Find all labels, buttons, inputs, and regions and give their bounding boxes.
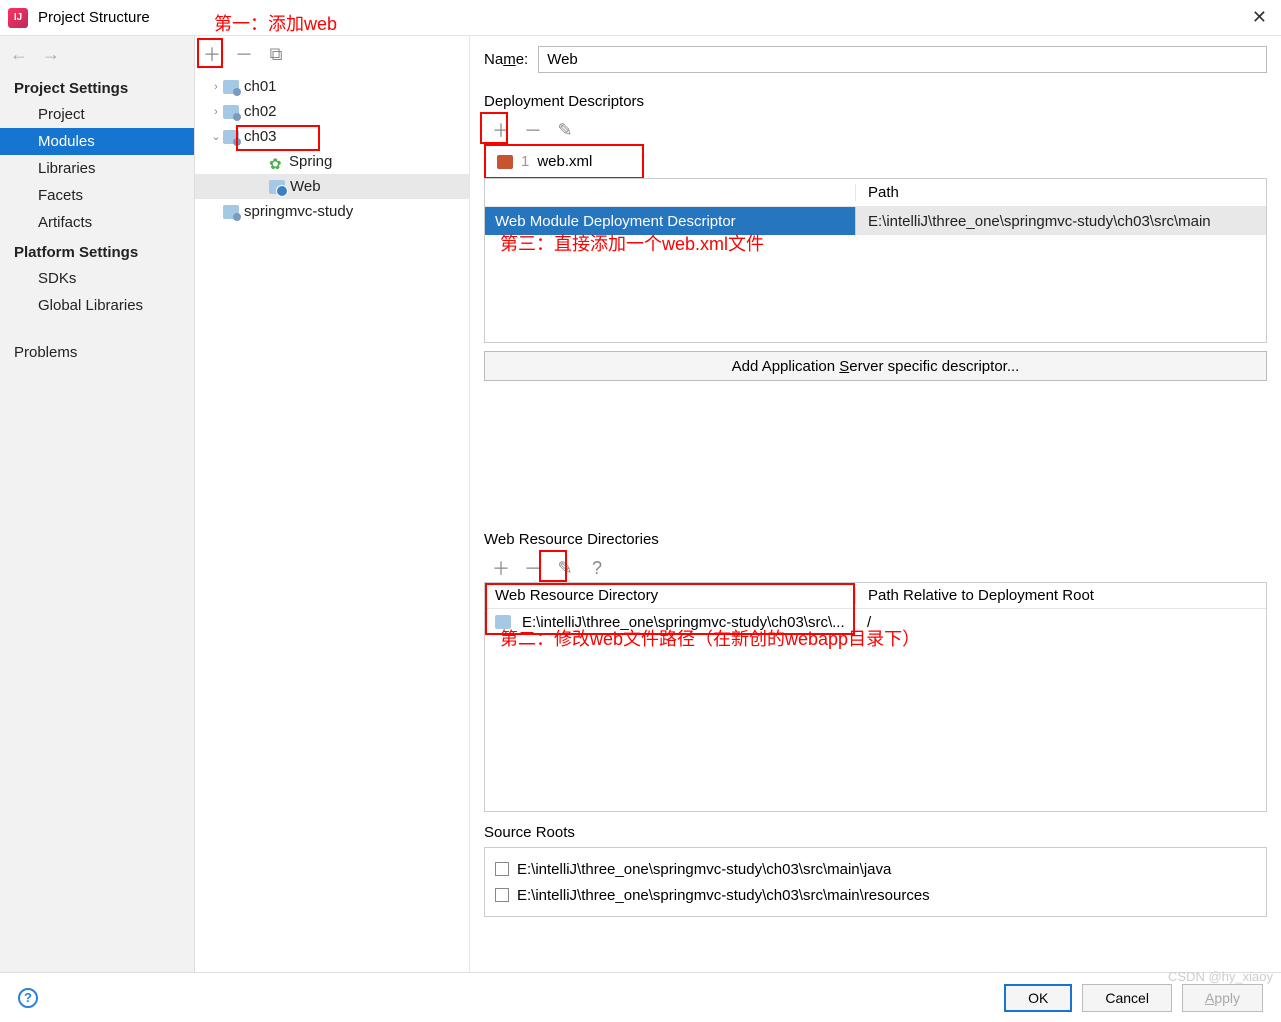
src-box: E:\intelliJ\three_one\springmvc-study\ch… (484, 847, 1267, 917)
wrd-row-rel: / (855, 614, 1266, 631)
window-title: Project Structure (38, 9, 150, 26)
ok-button[interactable]: OK (1004, 984, 1072, 1012)
tree-node[interactable]: Web (195, 174, 469, 199)
footer: ? OK Cancel Apply (0, 972, 1281, 1022)
dd-col-path: Path (855, 184, 1266, 201)
wrd-row-dir: E:\intelliJ\three_one\springmvc-study\ch… (522, 614, 845, 631)
copy-module-button[interactable]: ⧉ (265, 43, 287, 65)
tree-label: ch01 (244, 78, 277, 95)
dd-remove-button[interactable]: － (522, 119, 544, 141)
help-icon[interactable]: ? (18, 988, 38, 1008)
back-icon[interactable]: ← (10, 44, 28, 65)
sidebar-item-artifacts[interactable]: Artifacts (0, 209, 194, 236)
tree-label: ch02 (244, 103, 277, 120)
folder-icon (495, 615, 511, 629)
sidebar-item-problems[interactable]: Problems (0, 339, 194, 366)
checkbox-icon[interactable] (495, 888, 509, 902)
sidebar-head-project: Project Settings (0, 72, 194, 101)
src-title: Source Roots (484, 824, 1267, 841)
sidebar-item-libraries[interactable]: Libraries (0, 155, 194, 182)
content-panel: Name: Deployment Descriptors ＋ － ✎ 1 web… (470, 36, 1281, 972)
tree-label: Web (290, 178, 321, 195)
tree-label: Spring (289, 153, 332, 170)
name-label: Name: (484, 51, 528, 68)
folder-icon (223, 105, 239, 119)
dd-add-button[interactable]: ＋ (490, 119, 512, 141)
tree-node[interactable]: springmvc-study (195, 199, 469, 224)
wrd-remove-button[interactable]: － (522, 557, 544, 579)
apply-button[interactable]: Apply (1182, 984, 1263, 1012)
web-facet-icon (269, 180, 285, 194)
src-row[interactable]: E:\intelliJ\three_one\springmvc-study\ch… (495, 856, 1256, 882)
remove-module-button[interactable]: － (233, 43, 255, 65)
sidebar: ← → Project Settings Project Modules Lib… (0, 36, 195, 972)
dd-tab-webxml[interactable]: 1 web.xml (484, 144, 644, 178)
sidebar-head-platform: Platform Settings (0, 236, 194, 265)
wrd-col1: Web Resource Directory (485, 587, 855, 604)
wrd-col2: Path Relative to Deployment Root (855, 587, 1266, 604)
close-icon[interactable]: ✕ (1252, 7, 1267, 28)
add-module-button[interactable]: ＋ (201, 43, 223, 65)
tree-node[interactable]: ›ch02 (195, 99, 469, 124)
tree-node[interactable]: ›ch01 (195, 74, 469, 99)
tree-node[interactable]: ⌄ch03 (195, 124, 469, 149)
dd-edit-button[interactable]: ✎ (554, 119, 576, 141)
dd-row[interactable]: Web Module Deployment Descriptor E:\inte… (485, 207, 1266, 235)
sidebar-item-global-libraries[interactable]: Global Libraries (0, 292, 194, 319)
src-row[interactable]: E:\intelliJ\three_one\springmvc-study\ch… (495, 882, 1256, 908)
folder-icon (223, 130, 239, 144)
sidebar-item-facets[interactable]: Facets (0, 182, 194, 209)
dd-tab-label: web.xml (537, 153, 592, 170)
checkbox-icon[interactable] (495, 862, 509, 876)
wrd-edit-button[interactable]: ✎ (554, 557, 576, 579)
spring-icon: ✿ (269, 155, 283, 169)
wrd-add-button[interactable]: ＋ (490, 557, 512, 579)
wrd-help-button[interactable]: ? (586, 557, 608, 579)
sidebar-item-sdks[interactable]: SDKs (0, 265, 194, 292)
module-tree-panel: ＋ － ⧉ ›ch01›ch02⌄ch03 ✿ Spring Web springmvc… (195, 36, 470, 972)
dd-row-path: E:\intelliJ\three_one\springmvc-study\ch… (855, 207, 1266, 235)
title-bar: IJ Project Structure ✕ (0, 0, 1281, 36)
tree-node[interactable]: ✿ Spring (195, 149, 469, 174)
forward-icon[interactable]: → (42, 44, 60, 65)
sidebar-item-project[interactable]: Project (0, 101, 194, 128)
folder-icon (223, 80, 239, 94)
xml-file-icon (497, 155, 513, 169)
dd-row-type: Web Module Deployment Descriptor (485, 213, 855, 230)
wrd-row[interactable]: E:\intelliJ\three_one\springmvc-study\ch… (485, 609, 1266, 635)
dd-table: Type Path Web Module Deployment Descript… (484, 178, 1267, 343)
wrd-title: Web Resource Directories (484, 531, 1267, 548)
name-input[interactable] (538, 46, 1267, 73)
cancel-button[interactable]: Cancel (1082, 984, 1172, 1012)
folder-icon (223, 205, 239, 219)
tree-label: ch03 (244, 128, 277, 145)
intellij-logo-icon: IJ (8, 8, 28, 28)
wrd-table: Web Resource Directory Path Relative to … (484, 582, 1267, 812)
dd-tab-num: 1 (521, 153, 529, 170)
tree-label: springmvc-study (244, 203, 353, 220)
watermark: CSDN @hy_xiaoy (1168, 969, 1273, 984)
sidebar-item-modules[interactable]: Modules (0, 128, 194, 155)
dd-title: Deployment Descriptors (484, 93, 1267, 110)
add-server-descriptor-button[interactable]: Add Application Server specific descript… (484, 351, 1267, 381)
